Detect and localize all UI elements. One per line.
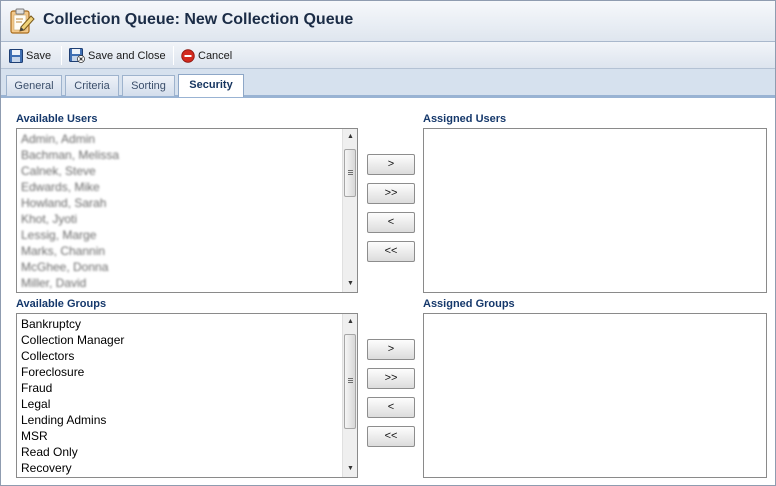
remove-user-button[interactable]: < xyxy=(367,212,415,233)
list-item[interactable]: Lending Admins xyxy=(21,412,341,428)
toolbar-separator xyxy=(61,46,62,65)
scrollbar-thumb[interactable] xyxy=(344,149,356,197)
assigned-groups-label: Assigned Groups xyxy=(423,298,515,310)
add-all-users-button[interactable]: >> xyxy=(367,183,415,204)
list-item[interactable]: Legal xyxy=(21,396,341,412)
scrollbar-thumb[interactable] xyxy=(344,334,356,429)
cancel-button[interactable]: Cancel xyxy=(181,47,232,64)
list-item[interactable]: Collectors xyxy=(21,348,341,364)
list-item[interactable]: Collection Manager xyxy=(21,332,341,348)
remove-all-users-button[interactable]: << xyxy=(367,241,415,262)
list-item[interactable]: Foreclosure xyxy=(21,364,341,380)
assigned-groups-list[interactable] xyxy=(423,313,767,478)
remove-group-button[interactable]: < xyxy=(367,397,415,418)
toolbar: Save Save and Close Cancel xyxy=(1,42,775,69)
scroll-down-icon[interactable]: ▼ xyxy=(343,462,357,476)
list-item[interactable]: McGhee, Donna xyxy=(21,259,341,275)
list-item[interactable]: Bachman, Melissa xyxy=(21,147,341,163)
scroll-up-icon[interactable]: ▲ xyxy=(343,315,357,329)
tab-criteria[interactable]: Criteria xyxy=(65,75,119,96)
available-groups-scrollbar[interactable]: ▲ ▼ xyxy=(342,314,357,477)
window-titlebar: Collection Queue: New Collection Queue xyxy=(1,1,775,42)
floppy-disk-icon xyxy=(9,48,23,63)
available-users-list[interactable]: Admin, Admin Bachman, Melissa Calnek, Stev… xyxy=(16,128,358,293)
available-users-scrollbar[interactable]: ▲ ▼ xyxy=(342,129,357,292)
available-groups-items: Bankruptcy Collection Manager Collectors Fo… xyxy=(21,316,341,476)
available-users-items: Admin, Admin Bachman, Melissa Calnek, Stev… xyxy=(21,131,341,291)
list-item[interactable]: Read Only xyxy=(21,444,341,460)
save-and-close-button[interactable]: Save and Close xyxy=(69,47,166,64)
cancel-button-label: Cancel xyxy=(198,49,233,62)
list-item[interactable]: Edwards, Mike xyxy=(21,179,341,195)
tab-security[interactable]: Security xyxy=(178,74,244,97)
list-item[interactable]: Lessig, Marge xyxy=(21,227,341,243)
list-item[interactable]: Recovery xyxy=(21,460,341,476)
assigned-users-list[interactable] xyxy=(423,128,767,293)
toolbar-separator xyxy=(173,46,174,65)
list-item[interactable]: Admin, Admin xyxy=(21,131,341,147)
save-button[interactable]: Save xyxy=(9,47,51,64)
add-all-groups-button[interactable]: >> xyxy=(367,368,415,389)
list-item[interactable]: Howland, Sarah xyxy=(21,195,341,211)
list-item[interactable]: Miller, David xyxy=(21,275,341,291)
available-groups-list[interactable]: Bankruptcy Collection Manager Collectors Fo… xyxy=(16,313,358,478)
available-groups-label: Available Groups xyxy=(16,298,107,310)
scroll-down-icon[interactable]: ▼ xyxy=(343,277,357,291)
list-item[interactable]: MSR xyxy=(21,428,341,444)
window-title: Collection Queue: New Collection Queue xyxy=(43,11,354,28)
list-item[interactable]: Bankruptcy xyxy=(21,316,341,332)
tab-strip: General Criteria Sorting Security xyxy=(1,69,775,98)
remove-all-groups-button[interactable]: << xyxy=(367,426,415,447)
floppy-disk-close-icon xyxy=(69,48,85,63)
assigned-users-label: Assigned Users xyxy=(423,113,507,125)
tab-sorting[interactable]: Sorting xyxy=(122,75,175,96)
cancel-circle-icon xyxy=(181,48,195,63)
add-group-button[interactable]: > xyxy=(367,339,415,360)
save-and-close-button-label: Save and Close xyxy=(88,49,166,62)
list-item[interactable]: Fraud xyxy=(21,380,341,396)
list-item[interactable]: Marks, Channin xyxy=(21,243,341,259)
clipboard-edit-icon xyxy=(10,8,35,34)
tab-general[interactable]: General xyxy=(6,75,62,96)
list-item[interactable]: Khot, Jyoti xyxy=(21,211,341,227)
scroll-up-icon[interactable]: ▲ xyxy=(343,130,357,144)
save-button-label: Save xyxy=(26,49,52,62)
list-item[interactable]: Calnek, Steve xyxy=(21,163,341,179)
available-users-label: Available Users xyxy=(16,113,98,125)
add-user-button[interactable]: > xyxy=(367,154,415,175)
